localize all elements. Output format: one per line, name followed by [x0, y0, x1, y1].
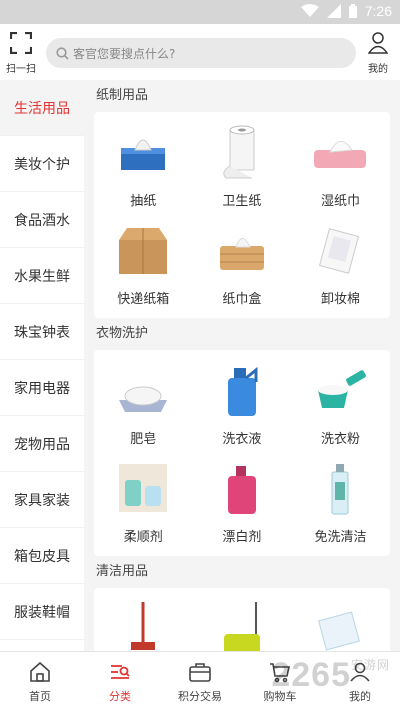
category-content: 纸制用品 抽纸 卫生纸 湿纸巾 快递纸箱 纸巾盒 卸妆棉 衣物洗护 肥皂 洗衣液…: [94, 80, 390, 651]
product-cotton-pads[interactable]: 卸妆棉: [291, 216, 390, 314]
detergent-bottle-icon: [227, 366, 258, 416]
me-label: 我的: [368, 64, 388, 75]
status-time: 7:26: [364, 3, 392, 19]
status-icons: 7:26: [300, 3, 392, 19]
sidebar-item-label: 生活用品: [14, 100, 70, 117]
product-bleach[interactable]: 漂白剂: [193, 454, 292, 552]
soap-icon: [119, 386, 168, 412]
product-wet-wipes[interactable]: 湿纸巾: [291, 118, 390, 216]
section-card-cleaning: [94, 588, 390, 651]
sidebar-item-label: 水果生鲜: [14, 268, 70, 285]
nav-category[interactable]: 分类: [80, 652, 160, 711]
section-title: 纸制用品: [96, 88, 149, 103]
status-bar: 7:26: [0, 0, 400, 24]
product-laundry-powder[interactable]: 洗衣粉: [291, 356, 390, 454]
product-tissue-box[interactable]: 抽纸: [94, 118, 193, 216]
search-icon: [56, 46, 69, 60]
search-input[interactable]: 客官您要搜点什么?: [46, 38, 356, 68]
category-icon: [111, 665, 130, 679]
scoop-powder-icon: [318, 370, 367, 408]
product-label: 洗衣粉: [320, 432, 360, 447]
product-label: 免洗清洁: [314, 530, 367, 545]
product-label: 洗衣液: [222, 432, 262, 447]
signal-icon: [326, 4, 341, 18]
bleach-bottle-icon: [227, 466, 256, 514]
scan-button[interactable]: 扫一扫: [4, 31, 38, 75]
cardboard-box-icon: [119, 228, 168, 274]
product-label: 湿纸巾: [320, 194, 360, 209]
sidebar-item-label: 美妆个护: [14, 156, 70, 173]
wifi-icon: [300, 4, 319, 17]
home-icon: [30, 661, 50, 682]
sidebar-item-bags[interactable]: 箱包皮具: [0, 528, 84, 584]
sidebar-item-furniture[interactable]: 家具家装: [0, 472, 84, 528]
section-card-paper: 抽纸 卫生纸 湿纸巾 快递纸箱 纸巾盒 卸妆棉: [94, 112, 390, 318]
product-label: 快递纸箱: [117, 292, 170, 307]
sidebar-item-label: 家用电器: [14, 380, 70, 397]
sidebar-item-fruit-fresh[interactable]: 水果生鲜: [0, 248, 84, 304]
product-laundry-liquid[interactable]: 洗衣液: [193, 356, 292, 454]
header: 扫一扫 客官您要搜点什么? 我的: [0, 24, 400, 80]
wet-wipes-icon: [314, 141, 367, 168]
watermark-suffix: 安游网: [350, 658, 390, 672]
scan-icon: [9, 31, 33, 55]
section-card-laundry: 肥皂 洗衣液 洗衣粉 柔顺剂 漂白剂 免洗清洁: [94, 350, 390, 556]
sidebar-item-label: 珠宝钟表: [14, 324, 70, 341]
sidebar-item-daily-goods[interactable]: 生活用品: [0, 80, 84, 136]
product-mop-bucket[interactable]: [193, 594, 292, 651]
product-label: 卸妆棉: [320, 292, 360, 307]
nav-home[interactable]: 首页: [0, 652, 80, 711]
mop-icon: [131, 602, 156, 650]
section-title: 衣物洗护: [96, 326, 149, 341]
product-no-rinse-cleaner[interactable]: 免洗清洁: [291, 454, 390, 552]
scan-label: 扫一扫: [6, 64, 36, 75]
tissue-holder-icon: [219, 238, 264, 270]
watermark-text: 2265: [271, 656, 351, 694]
sidebar-item-appliances[interactable]: 家用电器: [0, 360, 84, 416]
product-label: 漂白剂: [222, 530, 262, 545]
product-tissue-holder[interactable]: 纸巾盒: [193, 216, 292, 314]
sidebar-item-pet-supplies[interactable]: 宠物用品: [0, 416, 84, 472]
product-label: 纸巾盒: [222, 292, 262, 307]
me-button[interactable]: 我的: [364, 32, 392, 75]
product-cleaning-cloth[interactable]: [291, 594, 390, 651]
sidebar-item-label: 箱包皮具: [14, 548, 70, 565]
sidebar-item-jewelry-watches[interactable]: 珠宝钟表: [0, 304, 84, 360]
battery-icon: [348, 4, 357, 18]
category-sidebar: 生活用品 美妆个护 食品酒水 水果生鲜 珠宝钟表 家用电器 宠物用品 家具家装 …: [0, 80, 84, 651]
sidebar-item-food-drinks[interactable]: 食品酒水: [0, 192, 84, 248]
product-mop[interactable]: [94, 594, 193, 651]
product-toilet-paper[interactable]: 卫生纸: [193, 118, 292, 216]
mop-bucket-icon: [223, 602, 260, 651]
cotton-pads-icon: [319, 228, 360, 274]
cloth-icon: [318, 611, 361, 651]
section-title: 清洁用品: [96, 564, 149, 579]
watermark: 2265安游网: [271, 656, 390, 695]
toilet-paper-icon: [223, 125, 255, 179]
softener-icon: [119, 464, 168, 512]
product-softener[interactable]: 柔顺剂: [94, 454, 193, 552]
search-placeholder: 客官您要搜点什么?: [73, 46, 176, 61]
spray-bottle-icon: [331, 464, 349, 515]
sidebar-item-label: 家具家装: [14, 492, 70, 509]
product-label: 柔顺剂: [123, 530, 163, 545]
product-soap[interactable]: 肥皂: [94, 356, 193, 454]
nav-label: 积分交易: [178, 690, 222, 703]
briefcase-icon: [189, 663, 211, 682]
sidebar-item-label: 宠物用品: [14, 436, 70, 453]
product-label: 肥皂: [130, 432, 157, 447]
nav-label: 分类: [109, 690, 131, 703]
nav-label: 首页: [29, 690, 51, 703]
product-shipping-box[interactable]: 快递纸箱: [94, 216, 193, 314]
sidebar-item-beauty[interactable]: 美妆个护: [0, 136, 84, 192]
user-icon: [367, 32, 389, 54]
nav-points-trade[interactable]: 积分交易: [160, 652, 240, 711]
product-label: 卫生纸: [222, 194, 262, 209]
sidebar-item-label: 服装鞋帽: [14, 604, 70, 621]
sidebar-item-label: 食品酒水: [14, 212, 70, 229]
tissue-box-icon: [121, 139, 166, 170]
sidebar-item-clothing-shoes[interactable]: 服装鞋帽: [0, 584, 84, 640]
product-label: 抽纸: [130, 194, 157, 209]
